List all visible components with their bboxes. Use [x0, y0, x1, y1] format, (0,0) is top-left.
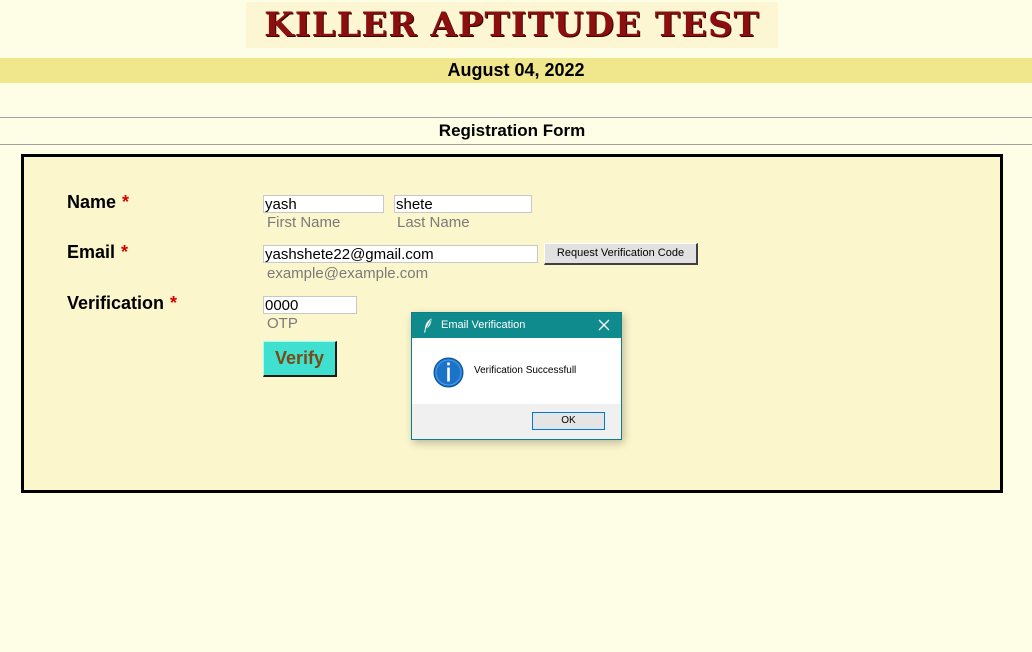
- otp-hint: OTP: [267, 315, 298, 332]
- feather-icon: [424, 318, 432, 333]
- otp-input[interactable]: 0000: [263, 296, 357, 314]
- verification-label-row: Verification *: [67, 293, 177, 314]
- first-name-hint: First Name: [267, 214, 341, 231]
- first-name-input[interactable]: yash: [263, 195, 384, 213]
- name-label-row: Name *: [67, 192, 129, 213]
- info-icon: [433, 357, 464, 388]
- form-heading: Registration Form: [438, 121, 586, 140]
- title-banner: KILLER APTITUDE TEST: [246, 2, 778, 48]
- email-label-row: Email *: [67, 242, 128, 263]
- ok-button[interactable]: OK: [532, 412, 605, 430]
- dialog-title: Email Verification: [441, 319, 526, 331]
- email-hint: example@example.com: [267, 265, 429, 282]
- last-name-input[interactable]: shete: [394, 195, 532, 213]
- verify-button[interactable]: Verify: [263, 341, 337, 377]
- email-verification-dialog: Email Verification Verification Successf…: [411, 312, 622, 440]
- last-name-hint: Last Name: [397, 214, 470, 231]
- divider-bottom: [0, 144, 1032, 145]
- close-icon[interactable]: [598, 319, 610, 331]
- verification-required-marker: *: [170, 293, 178, 313]
- email-required-marker: *: [121, 242, 129, 262]
- date-label: August 04, 2022: [447, 60, 585, 80]
- name-label: Name: [67, 192, 117, 212]
- verification-label: Verification: [67, 293, 165, 313]
- date-bar: August 04, 2022: [0, 58, 1032, 83]
- dialog-message: Verification Successfull: [474, 365, 577, 376]
- email-input[interactable]: yashshete22@gmail.com: [263, 245, 538, 263]
- app-title: KILLER APTITUDE TEST: [264, 5, 760, 45]
- divider-top: [0, 117, 1032, 118]
- request-verification-code-button[interactable]: Request Verification Code: [544, 243, 698, 265]
- email-label: Email: [67, 242, 116, 262]
- dialog-titlebar[interactable]: Email Verification: [412, 313, 621, 338]
- name-required-marker: *: [122, 192, 130, 212]
- dialog-footer: OK: [412, 404, 621, 439]
